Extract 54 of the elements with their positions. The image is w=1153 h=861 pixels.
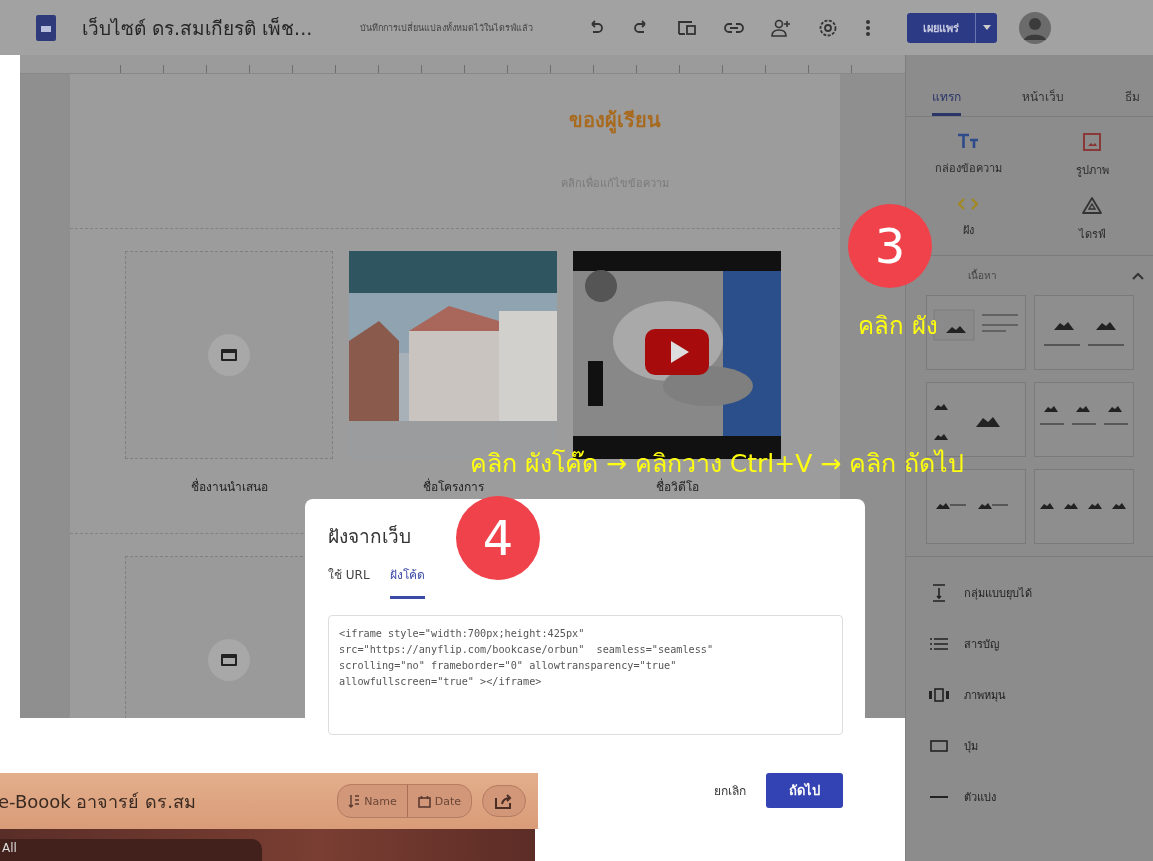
dialog-tab[interactable]: ใช้ URL xyxy=(328,565,370,599)
calendar-icon xyxy=(417,794,431,808)
chevron-icon[interactable] xyxy=(1132,271,1144,280)
insert-item[interactable]: ฝัง xyxy=(957,197,979,243)
component-item[interactable]: ตัวแบ่ง xyxy=(928,771,1153,822)
share-button[interactable] xyxy=(482,785,526,817)
layout-thumbnail[interactable] xyxy=(1034,382,1134,457)
list-icon xyxy=(930,637,948,650)
text-icon xyxy=(957,133,979,149)
carousel-icon xyxy=(929,687,949,702)
panel-tab[interactable]: หน้าเว็บ xyxy=(1022,71,1064,116)
dialog-title: ฝังจากเว็บ xyxy=(328,524,411,549)
divider-icon xyxy=(930,795,948,798)
insert-item[interactable]: รูปภาพ xyxy=(1075,133,1109,179)
publish-button[interactable]: เผยแพร่ xyxy=(907,12,976,43)
preview-icon[interactable] xyxy=(677,18,698,37)
sort-button[interactable]: Name xyxy=(338,785,407,817)
button-icon xyxy=(930,739,948,752)
caret-icon xyxy=(982,25,991,30)
image-icon xyxy=(1083,133,1101,151)
layout-thumbnail[interactable] xyxy=(1034,469,1134,544)
avatar[interactable] xyxy=(1019,11,1052,44)
component-item[interactable]: สารบัญ xyxy=(928,618,1153,669)
insert-item[interactable]: ไดรฟ์ xyxy=(1078,197,1106,243)
panel-tab[interactable]: แทรก xyxy=(932,71,961,116)
section-heading: เนื้อหา xyxy=(968,268,997,283)
component-item[interactable]: กลุ่มแบบยุบได้ xyxy=(928,567,1153,618)
save-status: บันทึกการเปลี่ยนแปลงทั้งหมดไว้ในไดรฟ์แล้ว xyxy=(360,21,534,35)
annotation-text: คลิก ผัง xyxy=(858,311,938,342)
code-field[interactable]: <iframe style="width:700px;height:425px" src="https://anyflip.com/bookcase/orbun" seamless="seamless" scrolling="no" frameborder="0" allowtransparency="true" allowfullscreen="true" ></iframe> xyxy=(328,615,843,735)
site-title[interactable]: เว็บไซต์ ดร.สมเกียรติ เพ็ช... xyxy=(82,12,313,43)
embed-icon xyxy=(207,333,251,377)
dialog-tab[interactable]: ฝังโค้ด xyxy=(389,565,425,599)
triangle-icon xyxy=(1082,197,1102,215)
filter-dropdown[interactable]: All xyxy=(0,839,262,861)
collapse-icon xyxy=(932,583,946,602)
embed-icon xyxy=(207,638,251,682)
document-icon[interactable] xyxy=(36,14,56,41)
code-icon xyxy=(957,197,979,211)
component-item[interactable]: ปุ่ม xyxy=(928,720,1153,771)
next-button[interactable]: ถัดไป xyxy=(766,773,843,808)
link-icon[interactable] xyxy=(724,20,745,35)
add-person-icon[interactable] xyxy=(771,18,792,37)
panel-tab[interactable]: ธีม xyxy=(1125,71,1140,116)
insert-item[interactable]: กล่องข้อความ xyxy=(934,133,1002,179)
publish-menu-button[interactable] xyxy=(975,12,998,43)
sort-button[interactable]: Date xyxy=(406,785,471,817)
layout-thumbnail[interactable] xyxy=(1034,295,1134,370)
share-icon xyxy=(495,793,513,809)
cancel-button[interactable]: ยกเลิก xyxy=(714,781,746,800)
more-icon[interactable] xyxy=(865,18,872,37)
component-item[interactable]: ภาพหมุน xyxy=(928,669,1153,720)
sort-icon xyxy=(348,794,361,808)
settings-icon[interactable] xyxy=(818,17,839,38)
